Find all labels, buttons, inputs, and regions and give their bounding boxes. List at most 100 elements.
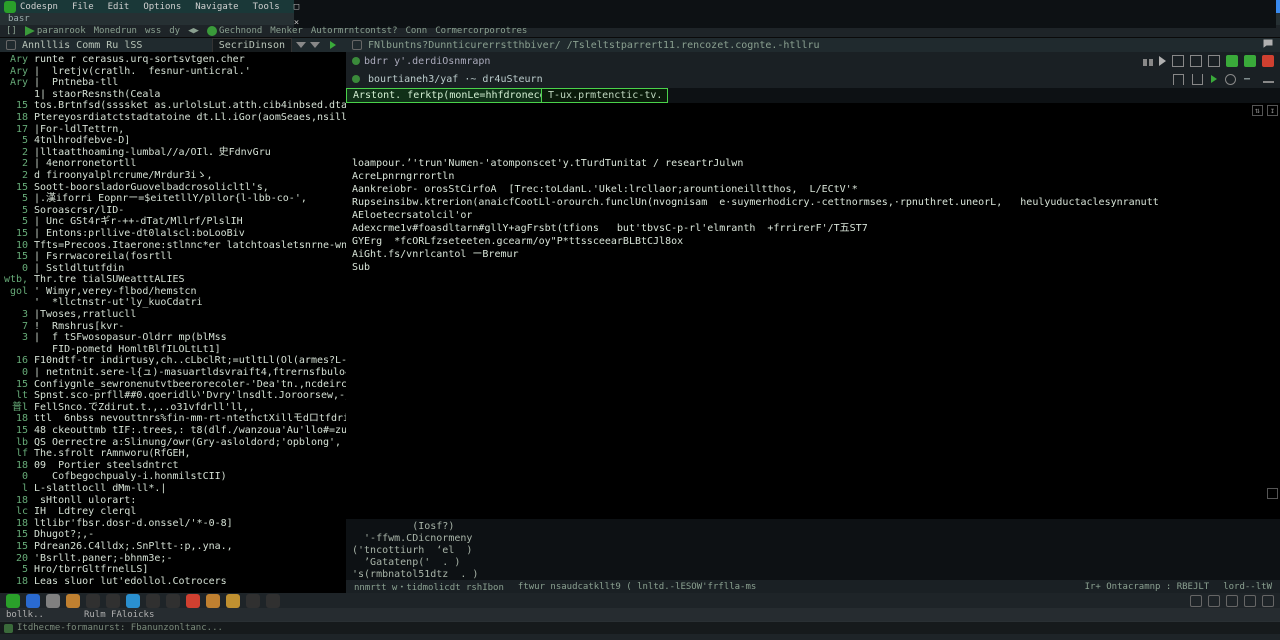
tool-12-icon[interactable] [226, 594, 240, 608]
editor-tab-active[interactable]: bdrr y'.derdiOsnmrapn [352, 56, 490, 67]
tool-3-icon[interactable] [46, 594, 60, 608]
debug-icon[interactable] [207, 26, 217, 36]
debug-step-over-icon[interactable] [1190, 55, 1202, 67]
editor-line[interactable]: lbQS Oerrectre a:Slinung/owr(Gry-asloldo… [4, 437, 346, 449]
console-expand-icon[interactable] [1267, 488, 1278, 499]
selection-segment-a[interactable]: Arstont. ferktp(monLe=hhfdronecorn t.nce… [346, 88, 542, 103]
editor-line[interactable]: ' *llctnstr-ut'ly_kuoCdatri [4, 297, 346, 309]
panel-d-icon[interactable] [1244, 595, 1256, 607]
editor-line[interactable]: 7! Rmshrus[kvr- [4, 321, 346, 333]
config-label-a[interactable]: Annlllis [22, 40, 70, 51]
panel-b-icon[interactable] [1208, 595, 1220, 607]
toolbar-nav-icons[interactable]: ◀▶ [188, 26, 199, 36]
layout-grid-icon[interactable] [1143, 56, 1153, 66]
run-minimize-icon[interactable] [1263, 81, 1274, 83]
editor-line[interactable]: 15| Fsrrwacoreila(fosrtll [4, 251, 346, 263]
run-collapse-down-icon[interactable] [1192, 74, 1203, 85]
editor-line[interactable]: Aryrunte r cerasus.urq-sortsvtgen.cher [4, 54, 346, 66]
editor-line[interactable]: Ary| lretjv(cratlh. fesnur-unticral.' [4, 66, 346, 78]
editor-line[interactable]: 18ltlibr'fbsr.dosr-d.onssel/'*-0-8] [4, 518, 346, 530]
editor-line[interactable]: 2|lltaatthoaming-lumbal//a/OIl．史FdnvGru [4, 147, 346, 159]
editor-line[interactable]: 16F10ndtf-tr indirtusy,ch..cLbclRt;=utlt… [4, 355, 346, 367]
editor-line[interactable]: 0| netntnit.sere-l{ュ)-masuartldsvraift4,… [4, 367, 346, 379]
editor-line[interactable]: 18ttl 6nbss nevouttnrs%fin-mm-rt-ntethct… [4, 413, 346, 425]
run-go-icon[interactable] [330, 41, 336, 49]
editor-line[interactable]: 20'Bsrllt.paner;-bhnm3e;- [4, 553, 346, 565]
editor-line[interactable]: Ary| Pntneba-tll [4, 77, 346, 89]
debug-lower-pane[interactable]: (Iosf?) '-ffwm.CDicnormeny('tncottiurh ‘… [346, 518, 1280, 580]
run-console[interactable]: ⇅ ↧ loampour.’'trun'Numen-'atomponscet'y… [346, 103, 1280, 518]
editor-line[interactable]: 5| Unc GSt4rギr-++-dTat/Mllrf/PlslIH [4, 216, 346, 228]
editor-line[interactable]: lcIH Ldtrey clerql [4, 506, 346, 518]
editor-line[interactable]: lfThe.sfrolt rAmnworu(RfGEH, [4, 448, 346, 460]
run-settings-icon[interactable] [1225, 74, 1236, 85]
editor-line[interactable]: 10Tfts=Precoos.Itaerone:stlnnc*er latcht… [4, 240, 346, 252]
editor-line[interactable]: 18 sHtonll ulorart: [4, 495, 346, 507]
status-item-2[interactable]: Ir+ Ontacramnp : RBEJLT [1085, 582, 1210, 592]
breadcrumb-path[interactable]: FNlbuntns?Dunnticurerrstthbiver/ /Tslelt… [368, 40, 820, 51]
tool-10-icon[interactable] [186, 594, 200, 608]
toolbar-item-4[interactable]: dy [169, 26, 180, 36]
run-icon[interactable] [25, 26, 35, 36]
editor-pane[interactable]: Aryrunte r cerasus.urq-sortsvtgen.cherAr… [0, 52, 346, 593]
toolbar-item-3[interactable]: wss [145, 26, 161, 36]
editor-line[interactable]: 0| Sstldltutfdin [4, 263, 346, 275]
tool-14-icon[interactable] [266, 594, 280, 608]
panel-toggle-icon[interactable] [6, 40, 16, 50]
editor-line[interactable]: lL-slattlocll dMm-ll*.| [4, 483, 346, 495]
editor-line[interactable]: 54tnlhrodfebve-D] [4, 135, 346, 147]
editor-line[interactable]: 1| staorResnsth(Ceala [4, 89, 346, 101]
console-soft-wrap-icon[interactable]: ⇅ [1252, 105, 1263, 116]
config-label-b[interactable]: Comm Ru lSS [76, 40, 142, 51]
status-item-1[interactable]: ftwur nsaudcatkllt9 ( lnltd.-lESOW'frfll… [518, 582, 756, 592]
tool-13-icon[interactable] [246, 594, 260, 608]
run-config-dropdown[interactable]: SecriDinson [212, 38, 292, 53]
toolbar-item-9[interactable]: Conn [406, 26, 428, 36]
toolbar-item-7[interactable]: Menker [270, 26, 303, 36]
run-rerun-icon[interactable] [1211, 75, 1217, 83]
tool-1-icon[interactable] [6, 594, 20, 608]
tool-6-icon[interactable] [106, 594, 120, 608]
editor-line[interactable]: 1548 ckeouttmb tIF:.trees,: t8(dlf./wanz… [4, 425, 346, 437]
editor-line[interactable]: 15Confiygnle_sewronenutvtbeerorecoler-'D… [4, 379, 346, 391]
panel-a-icon[interactable] [1190, 595, 1202, 607]
editor-line[interactable]: 0 Cofbegochpualy-i.honmilstCII) [4, 471, 346, 483]
editor-line[interactable]: wtb,Thr.tre tialSUWeatttALIES [4, 274, 346, 286]
editor-line[interactable]: 18Ptereyosrdiatctstadtatoine dt.Ll.iGor(… [4, 112, 346, 124]
editor-line[interactable]: 5Hro/tbrrGltfrnelLS] [4, 564, 346, 576]
editor-line[interactable]: 普lFellSnco.でZdirut.t.,..o31vfdrll'll,, [4, 402, 346, 414]
editor-line[interactable]: 15| Entons:prllive-dt0lalscl:boLooBiv [4, 228, 346, 240]
editor-line[interactable]: ltSpnst.sco-prfll##0.qoeridlい'Dvry'lnsdl… [4, 390, 346, 402]
menu-codespn[interactable]: Codespn [20, 2, 58, 12]
editor-line[interactable]: gol' Wimyr,verey-flbod/hemstcn [4, 286, 346, 298]
panel-c-icon[interactable] [1226, 595, 1238, 607]
editor-line[interactable]: 1809 Portier steelsdntrct [4, 460, 346, 472]
tool-icon-close[interactable] [1262, 55, 1274, 67]
toolbar-run-label[interactable]: paranrook [37, 26, 86, 36]
menu-navigate[interactable]: Navigate [195, 2, 238, 12]
maximize-button[interactable]: □ [294, 2, 1276, 12]
tool-7-icon[interactable] [126, 594, 140, 608]
toolbar-item-2[interactable]: Monedrun [94, 26, 137, 36]
panel-e-icon[interactable] [1262, 595, 1274, 607]
dropdown-arrow-icon-2[interactable] [310, 42, 320, 48]
tool-5-icon[interactable] [86, 594, 100, 608]
nav-back-icon[interactable] [352, 40, 362, 50]
assistant-chat-icon[interactable] [1262, 38, 1274, 53]
run-collapse-up-icon[interactable] [1173, 74, 1184, 85]
toolbar-item-8[interactable]: Autormrntcontst? [311, 26, 398, 36]
tool-icon-a[interactable] [1226, 55, 1238, 67]
toolbar-folder-icon[interactable]: [] [6, 26, 17, 36]
debug-stop-icon[interactable] [1208, 55, 1220, 67]
taskbar-item-b[interactable]: Rulm FAloicks [84, 610, 154, 620]
editor-line[interactable]: 5|.漢iforri Eopnrー=$eitetllY/pllor{l-lbb-… [4, 193, 346, 205]
editor-line[interactable]: 17|For-ldlTettrn, [4, 124, 346, 136]
editor-line[interactable]: 15Pdrean26.C4lldx;.SnPltt-:p,.yna., [4, 541, 346, 553]
status-item-0[interactable]: nnmrtt w・tidmolicdt rshIbon [354, 580, 504, 593]
selection-segment-b[interactable]: T-ux.prmtenctic-tv. 2t.dry [542, 88, 668, 103]
tool-11-icon[interactable] [206, 594, 220, 608]
debug-step-icon[interactable] [1172, 55, 1184, 67]
tool-2-icon[interactable] [26, 594, 40, 608]
editor-line[interactable]: 5Soroascrsr/lID- [4, 205, 346, 217]
editor-line[interactable]: 3| f tSFwosopasur-Oldrr mp(blMss [4, 332, 346, 344]
